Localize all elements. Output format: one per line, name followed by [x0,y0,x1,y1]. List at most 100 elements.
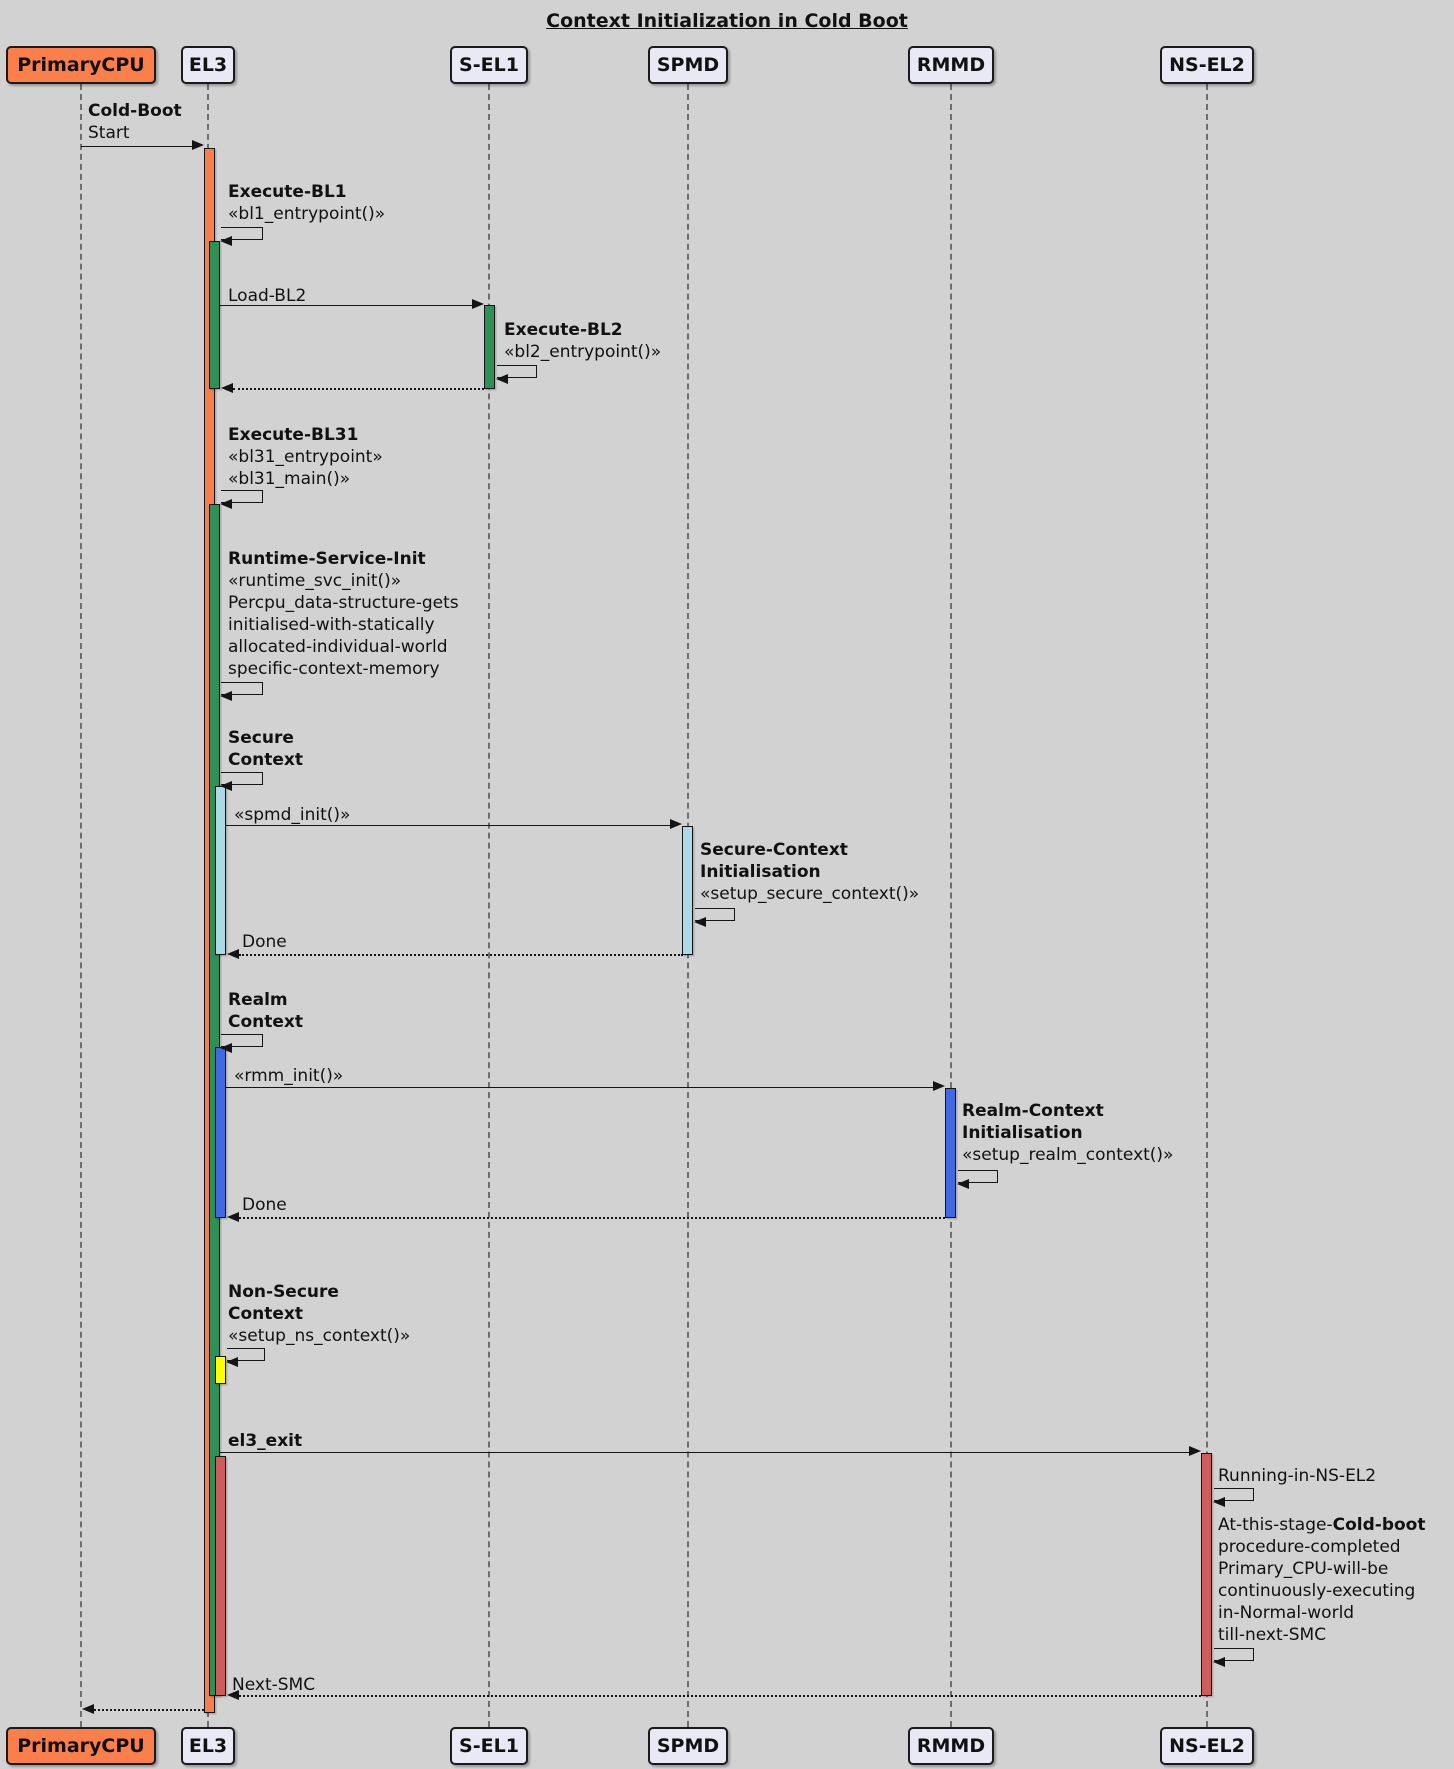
message-label-done-spmd: Done [242,931,287,953]
arrowhead-left-icon [220,691,232,701]
message-label-secure-context: Secure Context [228,727,303,771]
message-line: specific-context-memory [228,658,459,680]
arrowhead-left-icon [227,1212,239,1222]
message-label-running-ns-el2: Running-in-NS-EL2 [1218,1465,1376,1487]
message-arrow-return-primarycpu [94,1709,204,1711]
message-arrow-el3-exit [220,1452,1189,1453]
message-line: Execute-BL1 [228,181,385,203]
activation-el3-exit [215,1456,226,1696]
sequence-diagram: Context Initialization in Cold Boot Prim… [0,0,1454,1769]
message-label-execute-bl31: Execute-BL31 «bl31_entrypoint» «bl31_mai… [228,424,383,490]
arrowhead-left-icon [1213,1497,1225,1507]
message-label-ns-context: Non-Secure Context «setup_ns_context()» [228,1281,410,1347]
message-line: Secure-Context [700,839,919,861]
arrowhead-left-icon [220,499,232,509]
message-line: «runtime_svc_init()» [228,570,459,592]
self-message-loop-execute-bl31 [221,490,263,503]
message-line: «bl31_entrypoint» [228,446,383,468]
activation-s-el1-bl2 [484,305,495,389]
message-label-execute-bl1: Execute-BL1 «bl1_entrypoint()» [228,181,385,225]
message-line: Runtime-Service-Init [228,548,459,570]
self-message-loop-realm-context [221,1034,263,1047]
self-message-loop-execute-bl1 [221,227,263,240]
activation-spmd-secure [682,826,693,955]
arrowhead-right-icon [192,140,204,150]
message-line: procedure-completed [1218,1536,1425,1558]
participant-s-el1-bottom: S-EL1 [450,1727,528,1765]
message-label-cold-boot-complete: At-this-stage-Cold-boot procedure-comple… [1218,1514,1425,1646]
arrowhead-left-icon [82,1704,94,1714]
arrowhead-left-icon [226,1357,238,1367]
participant-spmd-bottom: SPMD [648,1727,728,1765]
message-label-realm-context: Realm Context [228,989,303,1033]
activation-el3-bl1 [209,241,220,389]
message-line: Start [88,122,182,144]
message-line: initialised-with-statically [228,614,459,636]
message-line: At-this-stage-Cold-boot [1218,1514,1425,1536]
arrowhead-right-icon [472,299,484,309]
diagram-title: Context Initialization in Cold Boot [0,10,1454,32]
message-label-next-smc: Next-SMC [232,1674,315,1696]
participant-spmd-top: SPMD [648,46,728,84]
participant-ns-el2-bottom: NS-EL2 [1160,1727,1254,1765]
arrowhead-right-icon [1189,1446,1201,1456]
self-message-loop-realm-context-init [958,1170,998,1183]
message-label-cold-boot: Cold-Boot Start [88,100,182,144]
message-line: Cold-Boot [88,100,182,122]
message-line: «bl2_entrypoint()» [504,341,661,363]
arrowhead-left-icon [957,1179,969,1189]
participant-el3-top: EL3 [181,46,235,84]
message-line: Context [228,1011,303,1033]
self-message-loop-secure-context-init [695,908,735,921]
message-label-done-rmmd: Done [242,1194,287,1216]
participant-s-el1-top: S-EL1 [450,46,528,84]
message-line: in-Normal-world [1218,1602,1425,1624]
arrowhead-left-icon [694,917,706,927]
message-line: Initialisation [700,861,919,883]
self-message-loop-runtime-service-init [221,682,263,695]
message-line: Context [228,749,303,771]
message-arrow-rmm-init [226,1087,933,1088]
message-line: Execute-BL31 [228,424,383,446]
message-arrow-done-spmd [239,954,683,956]
message-label-realm-context-init: Realm-Context Initialisation «setup_real… [962,1100,1173,1166]
message-line: Non-Secure [228,1281,410,1303]
arrowhead-left-icon [220,781,232,791]
message-arrow-load-bl2 [220,305,472,306]
arrowhead-left-icon [221,383,233,393]
message-label-secure-context-init: Secure-Context Initialisation «setup_sec… [700,839,919,905]
participant-ns-el2-top: NS-EL2 [1160,46,1254,84]
message-line: Initialisation [962,1122,1173,1144]
message-label-el3-exit: el3_exit [228,1430,302,1452]
lifeline-rmmd [950,84,952,1727]
lifeline-primarycpu [80,84,82,1727]
message-line-normal: At-this-stage- [1218,1515,1333,1535]
message-line: Execute-BL2 [504,319,661,341]
message-arrow-cold-boot [81,146,192,147]
participant-primarycpu-top: PrimaryCPU [6,46,156,84]
message-line: Realm [228,989,303,1011]
arrowhead-left-icon [227,1690,239,1700]
message-line: allocated-individual-world [228,636,459,658]
message-label-spmd-init: «spmd_init()» [234,804,350,826]
message-line: «bl31_main()» [228,468,383,490]
participant-rmmd-bottom: RMMD [908,1727,994,1765]
message-arrow-spmd-init [226,825,670,826]
arrowhead-left-icon [227,949,239,959]
message-line: Primary_CPU-will-be [1218,1558,1425,1580]
arrowhead-left-icon [1213,1657,1225,1667]
message-line: till-next-SMC [1218,1624,1425,1646]
self-message-loop-running-ns-el2 [1214,1488,1254,1501]
arrowhead-left-icon [496,374,508,384]
message-line: Realm-Context [962,1100,1173,1122]
arrowhead-left-icon [220,1043,232,1053]
message-line: Context [228,1303,410,1325]
arrowhead-left-icon [220,236,232,246]
message-label-execute-bl2: Execute-BL2 «bl2_entrypoint()» [504,319,661,363]
message-arrow-done-rmmd [239,1217,945,1219]
participant-primarycpu-bottom: PrimaryCPU [6,1727,156,1765]
activation-el3-secure [215,786,226,955]
message-label-load-bl2: Load-BL2 [228,285,306,307]
message-line: «bl1_entrypoint()» [228,203,385,225]
arrowhead-right-icon [670,819,682,829]
